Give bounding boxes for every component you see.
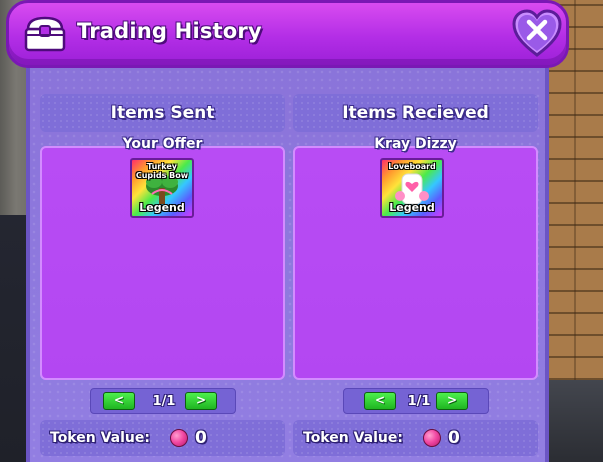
token-value: 0 bbox=[448, 428, 460, 448]
items-grid: Turkey Cupids Bow Legend bbox=[40, 146, 285, 380]
panel-header: Items Recieved bbox=[293, 94, 538, 132]
next-page-button[interactable]: > bbox=[185, 392, 217, 410]
prev-page-button[interactable]: < bbox=[364, 392, 396, 410]
next-page-button[interactable]: > bbox=[436, 392, 468, 410]
panel-header-label: Items Sent bbox=[110, 103, 215, 123]
close-button[interactable] bbox=[511, 9, 563, 59]
items-received-panel: Items Recieved Loveboard Legend Kray Diz… bbox=[293, 94, 538, 462]
panel-header-label: Items Recieved bbox=[342, 103, 489, 123]
heart-close-icon bbox=[512, 9, 562, 57]
token-value: 0 bbox=[195, 428, 207, 448]
token-value-bar: Token Value: 0 bbox=[40, 420, 285, 456]
offer-owner-label: Kray Dizzy bbox=[374, 136, 457, 152]
token-icon bbox=[170, 429, 188, 447]
token-value-bar: Token Value: 0 bbox=[293, 420, 538, 456]
item-name: Turkey Cupids Bow bbox=[135, 162, 189, 180]
chest-icon bbox=[23, 15, 67, 53]
item-rarity: Legend bbox=[139, 201, 185, 214]
panel-header: Items Sent bbox=[40, 94, 285, 132]
pagination: < 1/1 > bbox=[90, 388, 236, 414]
token-icon bbox=[423, 429, 441, 447]
token-value-label: Token Value: bbox=[303, 430, 403, 446]
title-bar: Trading History bbox=[6, 0, 569, 68]
items-grid: Loveboard Legend bbox=[293, 146, 538, 380]
item-name: Loveboard bbox=[388, 162, 436, 171]
pagination: < 1/1 > bbox=[343, 388, 489, 414]
item-rarity: Legend bbox=[389, 201, 435, 214]
window-title: Trading History bbox=[77, 19, 262, 43]
item-card[interactable]: Loveboard Legend bbox=[380, 158, 444, 218]
item-card[interactable]: Turkey Cupids Bow Legend bbox=[130, 158, 194, 218]
items-sent-panel: Items Sent Turkey Cupids Bow Legend Your… bbox=[40, 94, 285, 462]
offer-owner-label: Your Offer bbox=[122, 136, 203, 152]
token-value-label: Token Value: bbox=[50, 430, 150, 446]
